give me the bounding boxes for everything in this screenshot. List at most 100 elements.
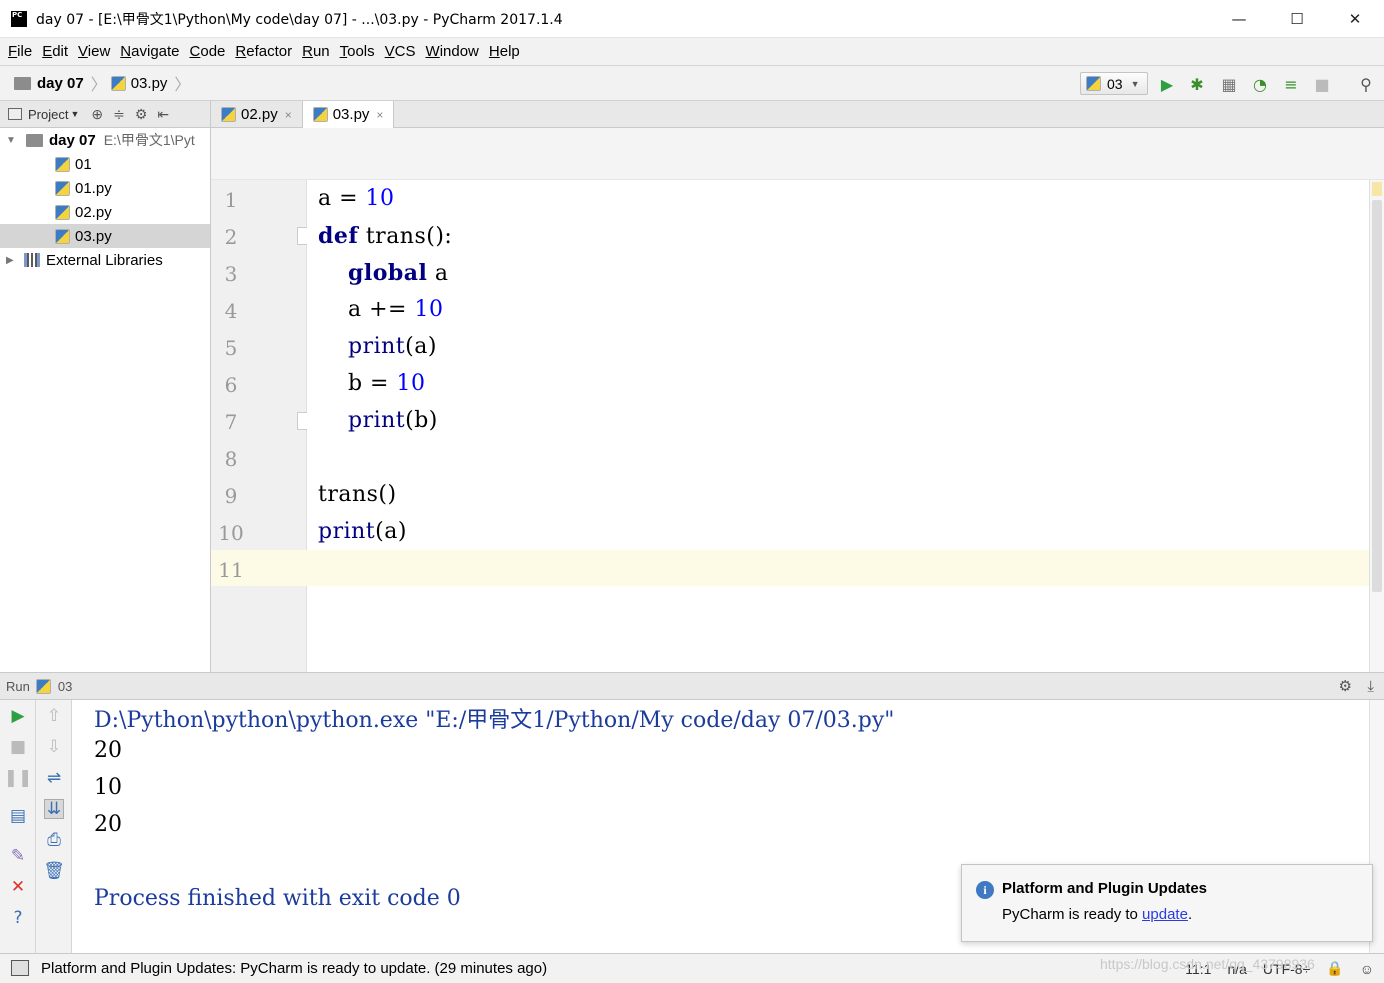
close-icon[interactable]: ✕: [8, 877, 28, 897]
menu-navigate[interactable]: Navigate: [115, 43, 184, 60]
tree-item-label: 03.py: [75, 227, 112, 245]
run-config-name: 03: [57, 678, 73, 694]
rerun-icon[interactable]: ▶: [8, 706, 28, 726]
console-output-line: 20: [94, 812, 122, 837]
tree-item-label: External Libraries: [46, 251, 163, 269]
inspection-marker: [1372, 182, 1382, 196]
close-tab-icon[interactable]: ×: [376, 108, 383, 122]
code-line: def trans():: [318, 223, 453, 249]
code-editor[interactable]: a = 10 def trans(): global a a += 10 pri…: [307, 180, 1369, 672]
coverage-icon[interactable]: ▦: [1219, 74, 1239, 94]
stop-icon[interactable]: ■: [1312, 74, 1332, 94]
close-tab-icon[interactable]: ×: [285, 108, 292, 122]
editor-scrollbar[interactable]: [1369, 180, 1384, 672]
tree-item-01-py[interactable]: 01.py: [0, 176, 210, 200]
menu-tools[interactable]: Tools: [335, 43, 380, 60]
breadcrumb-folder-label: day 07: [37, 74, 84, 92]
code-line: print(a): [318, 519, 407, 544]
tree-item-01[interactable]: 01: [0, 152, 210, 176]
menu-vcs[interactable]: VCS: [380, 43, 421, 60]
python-file-icon: [312, 107, 328, 122]
menu-edit[interactable]: Edit: [37, 43, 73, 60]
inspector-icon[interactable]: ☺: [1360, 961, 1374, 977]
lock-icon[interactable]: 🔒: [1326, 960, 1343, 977]
code-line: trans(): [318, 482, 397, 507]
toggle-tool-windows-icon[interactable]: [11, 960, 29, 976]
watermark: https://blog.csdn.net/qq_43798936: [1100, 956, 1315, 972]
pycharm-app-icon: PC: [11, 10, 27, 27]
scrollbar-thumb[interactable]: [1372, 200, 1382, 592]
folder-icon: [26, 133, 43, 147]
python-file-icon: [55, 156, 70, 172]
breadcrumb-file[interactable]: 03.py 〉: [110, 71, 195, 95]
profile-icon[interactable]: ◔: [1250, 74, 1270, 94]
code-line: print(a): [347, 334, 437, 359]
project-view-select[interactable]: Project: [28, 107, 68, 122]
notification-body: PyCharm is ready to update.: [1002, 906, 1192, 923]
expand-arrow-icon[interactable]: ▼: [6, 135, 18, 146]
pin-icon[interactable]: ✎: [8, 846, 28, 866]
project-panel-header: Project ▼ ⊕ ≑ ⚙ ⇤: [0, 101, 211, 128]
menu-window[interactable]: Window: [421, 43, 484, 60]
locate-icon[interactable]: ⊕: [91, 106, 103, 123]
menu-run[interactable]: Run: [297, 43, 335, 60]
tab-03-py[interactable]: 03.py ×: [302, 101, 395, 129]
scroll-to-end-icon[interactable]: ⇊: [44, 799, 64, 819]
debug-icon[interactable]: ✱: [1187, 74, 1207, 94]
expand-arrow-icon[interactable]: ▶: [6, 255, 18, 266]
menu-help[interactable]: Help: [484, 43, 525, 60]
current-line-highlight: [307, 550, 1369, 586]
soft-wrap-icon[interactable]: ⇌: [44, 768, 64, 788]
pause-icon[interactable]: ❚❚: [4, 768, 33, 788]
update-notification[interactable]: i Platform and Plugin Updates PyCharm is…: [961, 864, 1373, 942]
code-line: b = 10: [318, 371, 426, 396]
title-bar: PC day 07 - [E:\甲骨文1\Python\My code\day …: [0, 0, 1384, 38]
breadcrumb-folder[interactable]: day 07 〉: [0, 71, 111, 95]
tree-item-03-py[interactable]: 03.py: [0, 224, 210, 248]
run-config-select[interactable]: 03 ▼: [1080, 72, 1148, 95]
tab-02-py[interactable]: 02.py ×: [211, 101, 303, 128]
code-line: print(b): [347, 408, 438, 433]
hide-panel-icon[interactable]: ⇤: [157, 106, 169, 123]
collapse-icon[interactable]: ≑: [113, 106, 125, 123]
menu-view[interactable]: View: [73, 43, 115, 60]
gear-icon[interactable]: ⚙: [135, 106, 148, 123]
concurrency-icon[interactable]: ≡: [1281, 74, 1301, 94]
console-output-line: 10: [94, 775, 122, 800]
code-line: a = 10: [318, 186, 395, 211]
search-icon[interactable]: ⚲: [1356, 74, 1376, 94]
run-icon[interactable]: ▶: [1157, 74, 1177, 94]
minimize-button[interactable]: —: [1210, 0, 1268, 38]
window-controls: — ☐ ✕: [1210, 0, 1384, 38]
print-icon[interactable]: ⎙: [44, 830, 64, 850]
help-icon[interactable]: ?: [8, 908, 28, 928]
stop-icon[interactable]: ■: [8, 737, 28, 757]
console-exit-line: Process finished with exit code 0: [94, 886, 461, 911]
line-number: 8: [224, 447, 238, 471]
run-panel-label: Run: [6, 678, 30, 694]
close-window-button[interactable]: ✕: [1326, 0, 1384, 38]
down-arrow-icon[interactable]: ⇩: [44, 737, 64, 757]
python-file-icon: [110, 75, 126, 91]
restore-layout-icon[interactable]: ▤: [8, 806, 28, 826]
tree-item-external-libraries[interactable]: ▶ External Libraries: [0, 248, 210, 272]
run-toolbar-right: ⇧ ⇩ ⇌ ⇊ ⎙ 🗑: [36, 700, 72, 953]
status-message[interactable]: Platform and Plugin Updates: PyCharm is …: [41, 960, 547, 977]
menu-code[interactable]: Code: [185, 43, 231, 60]
tree-item-day07[interactable]: ▼ day 07 E:\甲骨文1\Pyt: [0, 128, 210, 152]
window-title: day 07 - [E:\甲骨文1\Python\My code\day 07]…: [36, 11, 563, 28]
hide-panel-icon[interactable]: ⤓: [1367, 678, 1374, 695]
line-number-gutter: 1 2 3 4 5 6 7 8 9 10 11: [211, 180, 315, 672]
maximize-button[interactable]: ☐: [1268, 0, 1326, 38]
python-file-icon: [55, 204, 70, 220]
menu-file[interactable]: File: [3, 43, 37, 60]
update-link[interactable]: update: [1142, 906, 1188, 923]
menu-refactor[interactable]: Refactor: [230, 43, 297, 60]
trash-icon[interactable]: 🗑: [43, 861, 65, 881]
python-file-icon: [35, 678, 51, 694]
line-number: 7: [224, 410, 238, 434]
tab-label: 02.py: [241, 106, 278, 123]
tree-item-02-py[interactable]: 02.py: [0, 200, 210, 224]
up-arrow-icon[interactable]: ⇧: [44, 706, 64, 726]
gear-icon[interactable]: ⚙: [1339, 677, 1352, 695]
